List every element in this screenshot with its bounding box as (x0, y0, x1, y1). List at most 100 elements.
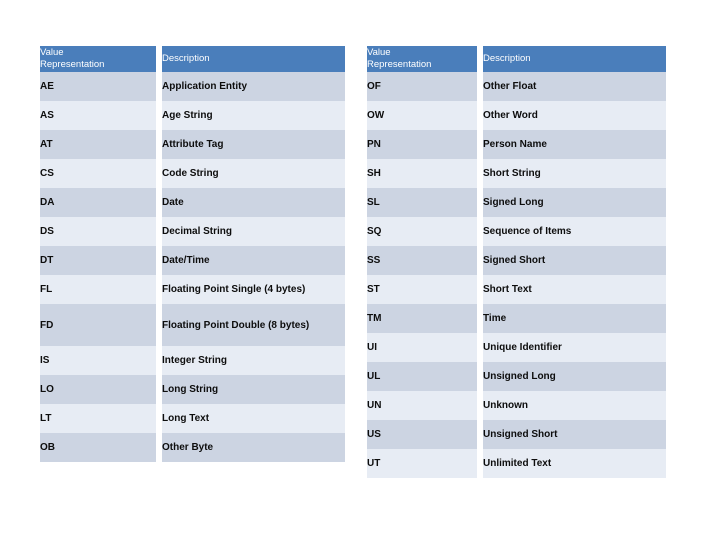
cell-description: Short String (483, 159, 666, 188)
cell-value-representation: SQ (367, 217, 483, 246)
header-label-description: Description (483, 52, 531, 64)
table-header-right: Value Representation Description (367, 46, 666, 72)
cell-value-representation: UT (367, 449, 483, 478)
table-row: SL Signed Long (367, 188, 666, 217)
cell-description: Code String (162, 159, 345, 188)
cell-value-representation: OB (40, 433, 162, 462)
cell-description: Unsigned Long (483, 362, 666, 391)
vr-table-right: Value Representation Description OF Other… (367, 46, 666, 478)
cell-description: Signed Long (483, 188, 666, 217)
table-row: SQ Sequence of Items (367, 217, 666, 246)
cell-description: Long Text (162, 404, 345, 433)
cell-description: Signed Short (483, 246, 666, 275)
vr-table-left: Value Representation Description AE Appli… (40, 46, 345, 462)
header-cell-description: Description (162, 46, 345, 72)
table-body-right: OF Other Float OW Other Word PN Person Name SH… (367, 72, 666, 478)
header-label-line1: Value (40, 46, 64, 58)
cell-value-representation: LO (40, 375, 162, 404)
cell-description: Other Word (483, 101, 666, 130)
cell-value-representation: CS (40, 159, 162, 188)
table-row: CS Code String (40, 159, 345, 188)
table-row: LT Long Text (40, 404, 345, 433)
slide-canvas: Value Representation Description AE Appli… (0, 0, 720, 540)
cell-value-representation: OF (367, 72, 483, 101)
table-row: DT Date/Time (40, 246, 345, 275)
header-row: Value Representation Description (367, 46, 666, 72)
header-row: Value Representation Description (40, 46, 345, 72)
table-row: DA Date (40, 188, 345, 217)
cell-description: Date/Time (162, 246, 345, 275)
cell-value-representation: PN (367, 130, 483, 159)
table-row: LO Long String (40, 375, 345, 404)
table-row: IS Integer String (40, 346, 345, 375)
cell-value-representation: UL (367, 362, 483, 391)
header-label-line1: Value (367, 46, 391, 58)
table-row: UL Unsigned Long (367, 362, 666, 391)
cell-description: Sequence of Items (483, 217, 666, 246)
cell-value-representation: DT (40, 246, 162, 275)
cell-description: Date (162, 188, 345, 217)
table-row: ST Short Text (367, 275, 666, 304)
cell-description: Unsigned Short (483, 420, 666, 449)
cell-value-representation: UI (367, 333, 483, 362)
cell-value-representation: FD (40, 304, 162, 346)
table-row: SS Signed Short (367, 246, 666, 275)
header-label-line2: Representation (40, 59, 105, 70)
table-row: TM Time (367, 304, 666, 333)
cell-value-representation: IS (40, 346, 162, 375)
cell-value-representation: DS (40, 217, 162, 246)
header-cell-value-representation: Value Representation (40, 46, 162, 72)
cell-value-representation: SS (367, 246, 483, 275)
cell-description: Other Float (483, 72, 666, 101)
table-row: UI Unique Identifier (367, 333, 666, 362)
table-row: UN Unknown (367, 391, 666, 420)
table-row: PN Person Name (367, 130, 666, 159)
table-row: AS Age String (40, 101, 345, 130)
cell-description: Short Text (483, 275, 666, 304)
table-row: AT Attribute Tag (40, 130, 345, 159)
cell-value-representation: UN (367, 391, 483, 420)
cell-description: Person Name (483, 130, 666, 159)
cell-description: Floating Point Single (4 bytes) (162, 275, 345, 304)
cell-description: Unlimited Text (483, 449, 666, 478)
cell-value-representation: ST (367, 275, 483, 304)
cell-description: Unknown (483, 391, 666, 420)
table-row: FD Floating Point Double (8 bytes) (40, 304, 345, 346)
cell-value-representation: TM (367, 304, 483, 333)
table-row: UT Unlimited Text (367, 449, 666, 478)
table-row: US Unsigned Short (367, 420, 666, 449)
cell-value-representation: LT (40, 404, 162, 433)
cell-value-representation: US (367, 420, 483, 449)
cell-description: Floating Point Double (8 bytes) (162, 304, 345, 346)
cell-description: Age String (162, 101, 345, 130)
cell-description: Decimal String (162, 217, 345, 246)
table-row: SH Short String (367, 159, 666, 188)
cell-description: Application Entity (162, 72, 345, 101)
table-row: AE Application Entity (40, 72, 345, 101)
table-body-left: AE Application Entity AS Age String AT Attrib… (40, 72, 345, 462)
table-row: DS Decimal String (40, 217, 345, 246)
header-cell-value-representation: Value Representation (367, 46, 483, 72)
cell-description: Unique Identifier (483, 333, 666, 362)
cell-value-representation: AT (40, 130, 162, 159)
table-row: FL Floating Point Single (4 bytes) (40, 275, 345, 304)
cell-value-representation: OW (367, 101, 483, 130)
cell-value-representation: SL (367, 188, 483, 217)
header-cell-description: Description (483, 46, 666, 72)
table-row: OW Other Word (367, 101, 666, 130)
cell-value-representation: AS (40, 101, 162, 130)
cell-value-representation: AE (40, 72, 162, 101)
cell-value-representation: SH (367, 159, 483, 188)
table-row: OB Other Byte (40, 433, 345, 462)
cell-value-representation: DA (40, 188, 162, 217)
cell-description: Attribute Tag (162, 130, 345, 159)
header-label-line2: Representation (367, 59, 432, 70)
cell-description: Other Byte (162, 433, 345, 462)
cell-description: Time (483, 304, 666, 333)
cell-description: Long String (162, 375, 345, 404)
header-label-description: Description (162, 52, 210, 64)
table-row: OF Other Float (367, 72, 666, 101)
cell-value-representation: FL (40, 275, 162, 304)
table-header-left: Value Representation Description (40, 46, 345, 72)
cell-description: Integer String (162, 346, 345, 375)
